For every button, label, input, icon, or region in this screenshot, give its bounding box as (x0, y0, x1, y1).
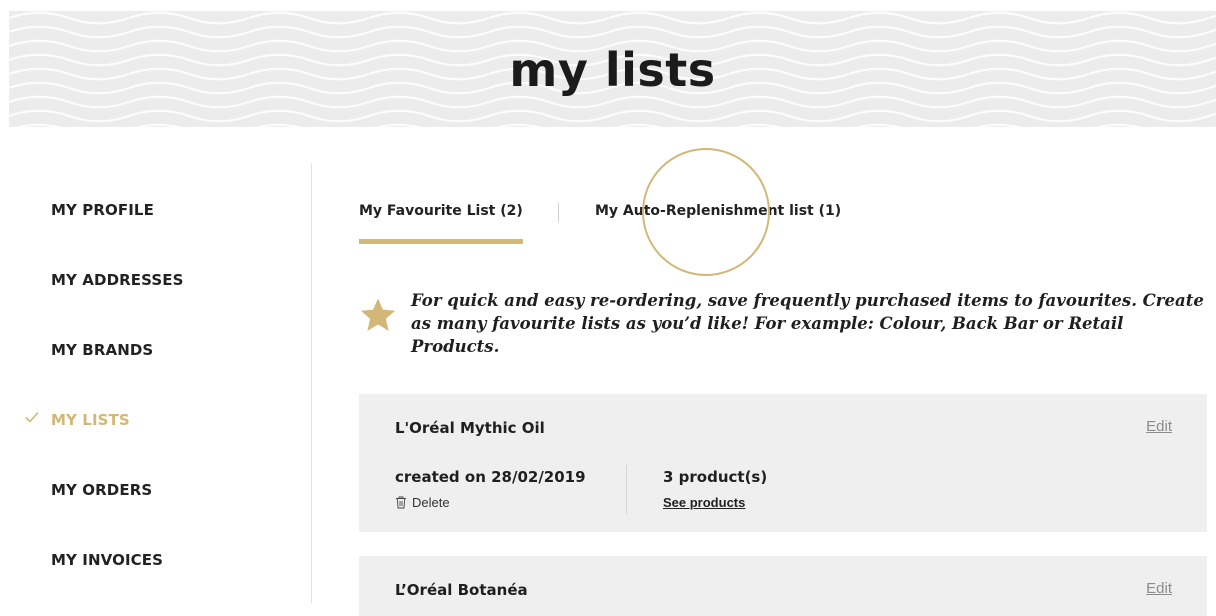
product-count: 3 product(s) (663, 468, 768, 486)
list-title: L'Oréal Mythic Oil (395, 419, 545, 437)
created-date: created on 28/02/2019 (395, 468, 586, 486)
page-title: my lists (509, 43, 716, 97)
check-icon (25, 411, 39, 423)
active-tab-indicator (359, 239, 523, 244)
account-sidebar: MY PROFILE MY ADDRESSES MY BRANDS MY LIS… (0, 163, 312, 603)
trash-icon (396, 496, 406, 509)
delete-label: Delete (412, 495, 450, 510)
sidebar-item-my-lists[interactable]: MY LISTS (51, 411, 130, 429)
card-divider (626, 465, 627, 514)
edit-link[interactable]: Edit (1146, 418, 1172, 435)
sidebar-item-my-brands[interactable]: MY BRANDS (51, 341, 153, 359)
list-tabs: My Favourite List (2) My Auto-Replenishm… (359, 203, 1216, 245)
tab-my-favourite-list[interactable]: My Favourite List (2) (359, 203, 523, 219)
sidebar-item-my-invoices[interactable]: MY INVOICES (51, 551, 163, 569)
sidebar-item-my-addresses[interactable]: MY ADDRESSES (51, 271, 184, 289)
list-title: L’Oréal Botanéa (395, 581, 528, 599)
edit-link[interactable]: Edit (1146, 580, 1172, 597)
hero-banner: my lists (9, 11, 1216, 127)
sidebar-item-my-orders[interactable]: MY ORDERS (51, 481, 152, 499)
info-text: For quick and easy re-ordering, save fre… (411, 291, 1204, 356)
sidebar-item-my-profile[interactable]: MY PROFILE (51, 201, 154, 219)
tab-my-auto-replenishment-list[interactable]: My Auto-Replenishment list (1) (595, 203, 841, 219)
see-products-link[interactable]: See products (663, 495, 745, 510)
delete-button[interactable]: Delete (395, 495, 450, 510)
star-icon (360, 298, 396, 331)
tab-divider (558, 203, 559, 222)
list-card: L'Oréal Mythic Oil Edit created on 28/02… (359, 394, 1207, 532)
list-card: L’Oréal Botanéa Edit (359, 556, 1207, 616)
